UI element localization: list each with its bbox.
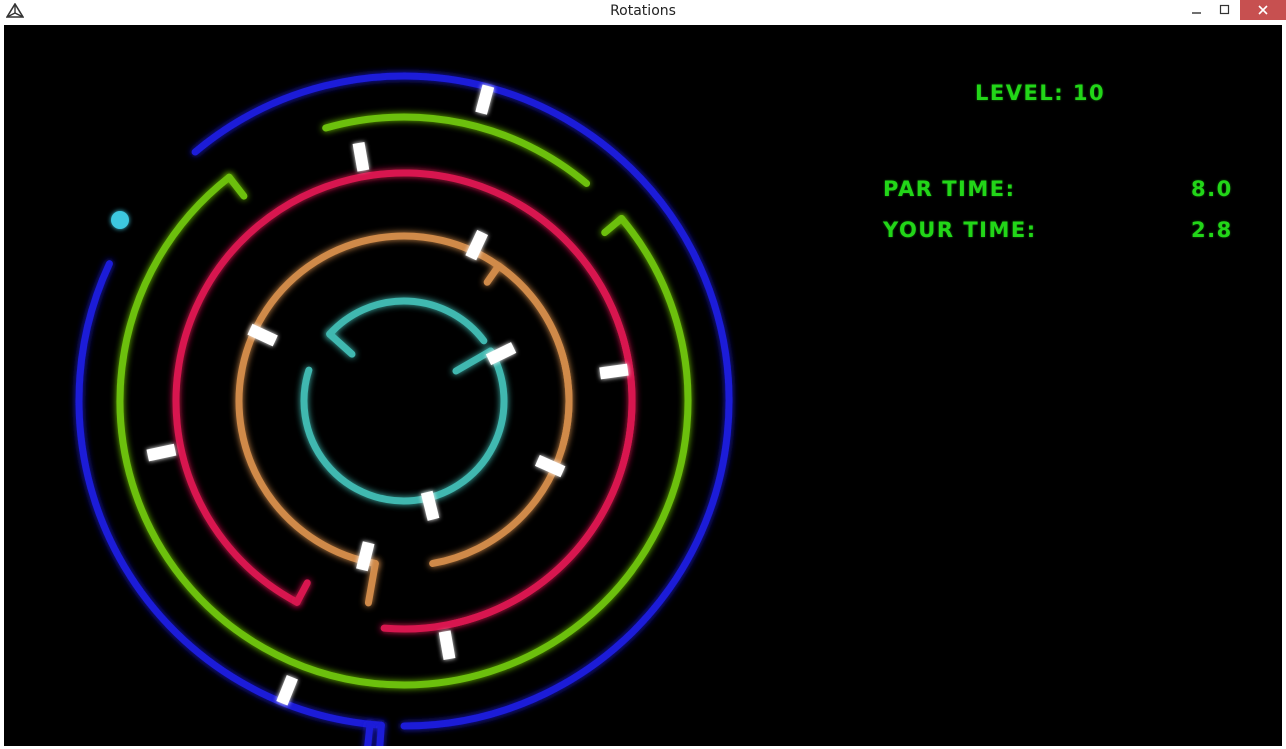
ring-teal-connector (452, 347, 495, 375)
gate-marker (438, 630, 456, 661)
ring-teal-arc[interactable] (300, 347, 508, 505)
ring-blue-connector (376, 721, 385, 746)
ring-green[interactable] (116, 113, 692, 689)
ring-teal-connector (326, 330, 356, 358)
gate-marker (599, 363, 629, 380)
your-time-label: YOUR TIME: (883, 218, 1037, 242)
game-canvas[interactable]: LEVEL: 10 PAR TIME: 8.0 YOUR TIME: 2.8 (4, 25, 1282, 746)
maximize-button[interactable] (1212, 0, 1238, 20)
ring-red-arc[interactable] (447, 200, 636, 628)
close-icon (1258, 5, 1268, 15)
par-time-label: PAR TIME: (883, 177, 1016, 201)
window-title: Rotations (610, 3, 676, 19)
ring-red-arc[interactable] (172, 169, 636, 633)
gate-marker (475, 84, 495, 115)
ring-orange-connector (364, 559, 379, 607)
player-ball[interactable] (111, 211, 129, 229)
minimize-button[interactable] (1184, 0, 1210, 20)
ring-orange-connector (483, 262, 503, 286)
ring-green-connector (225, 173, 248, 200)
ring-red[interactable] (172, 169, 636, 633)
ring-green-arc[interactable] (116, 173, 692, 689)
your-time-value: 2.8 (1191, 218, 1233, 242)
title-bar[interactable]: Rotations (0, 0, 1286, 24)
ring-blue-arc[interactable] (75, 260, 385, 729)
ring-teal[interactable] (300, 297, 508, 505)
par-time-value: 8.0 (1191, 177, 1233, 201)
ring-orange[interactable] (235, 232, 573, 567)
game-window: Rotations LEVEL: 10 PAR TIME: 8.0 YOUR T… (0, 0, 1286, 749)
ring-blue-arc[interactable] (191, 72, 733, 730)
ring-red-connector (293, 579, 311, 606)
gate-marker (352, 141, 370, 172)
gate-marker (146, 443, 177, 462)
ring-blue-connector (364, 720, 374, 746)
level-label: LEVEL: 10 (975, 81, 1106, 105)
gate-marker (276, 675, 298, 706)
maximize-icon (1219, 4, 1230, 15)
maze-board[interactable] (4, 25, 1282, 746)
ring-green-connector (601, 214, 626, 237)
gate-marker (485, 342, 517, 366)
minimize-icon (1192, 12, 1201, 14)
ring-teal-arc[interactable] (326, 297, 488, 345)
close-button[interactable] (1240, 0, 1286, 20)
